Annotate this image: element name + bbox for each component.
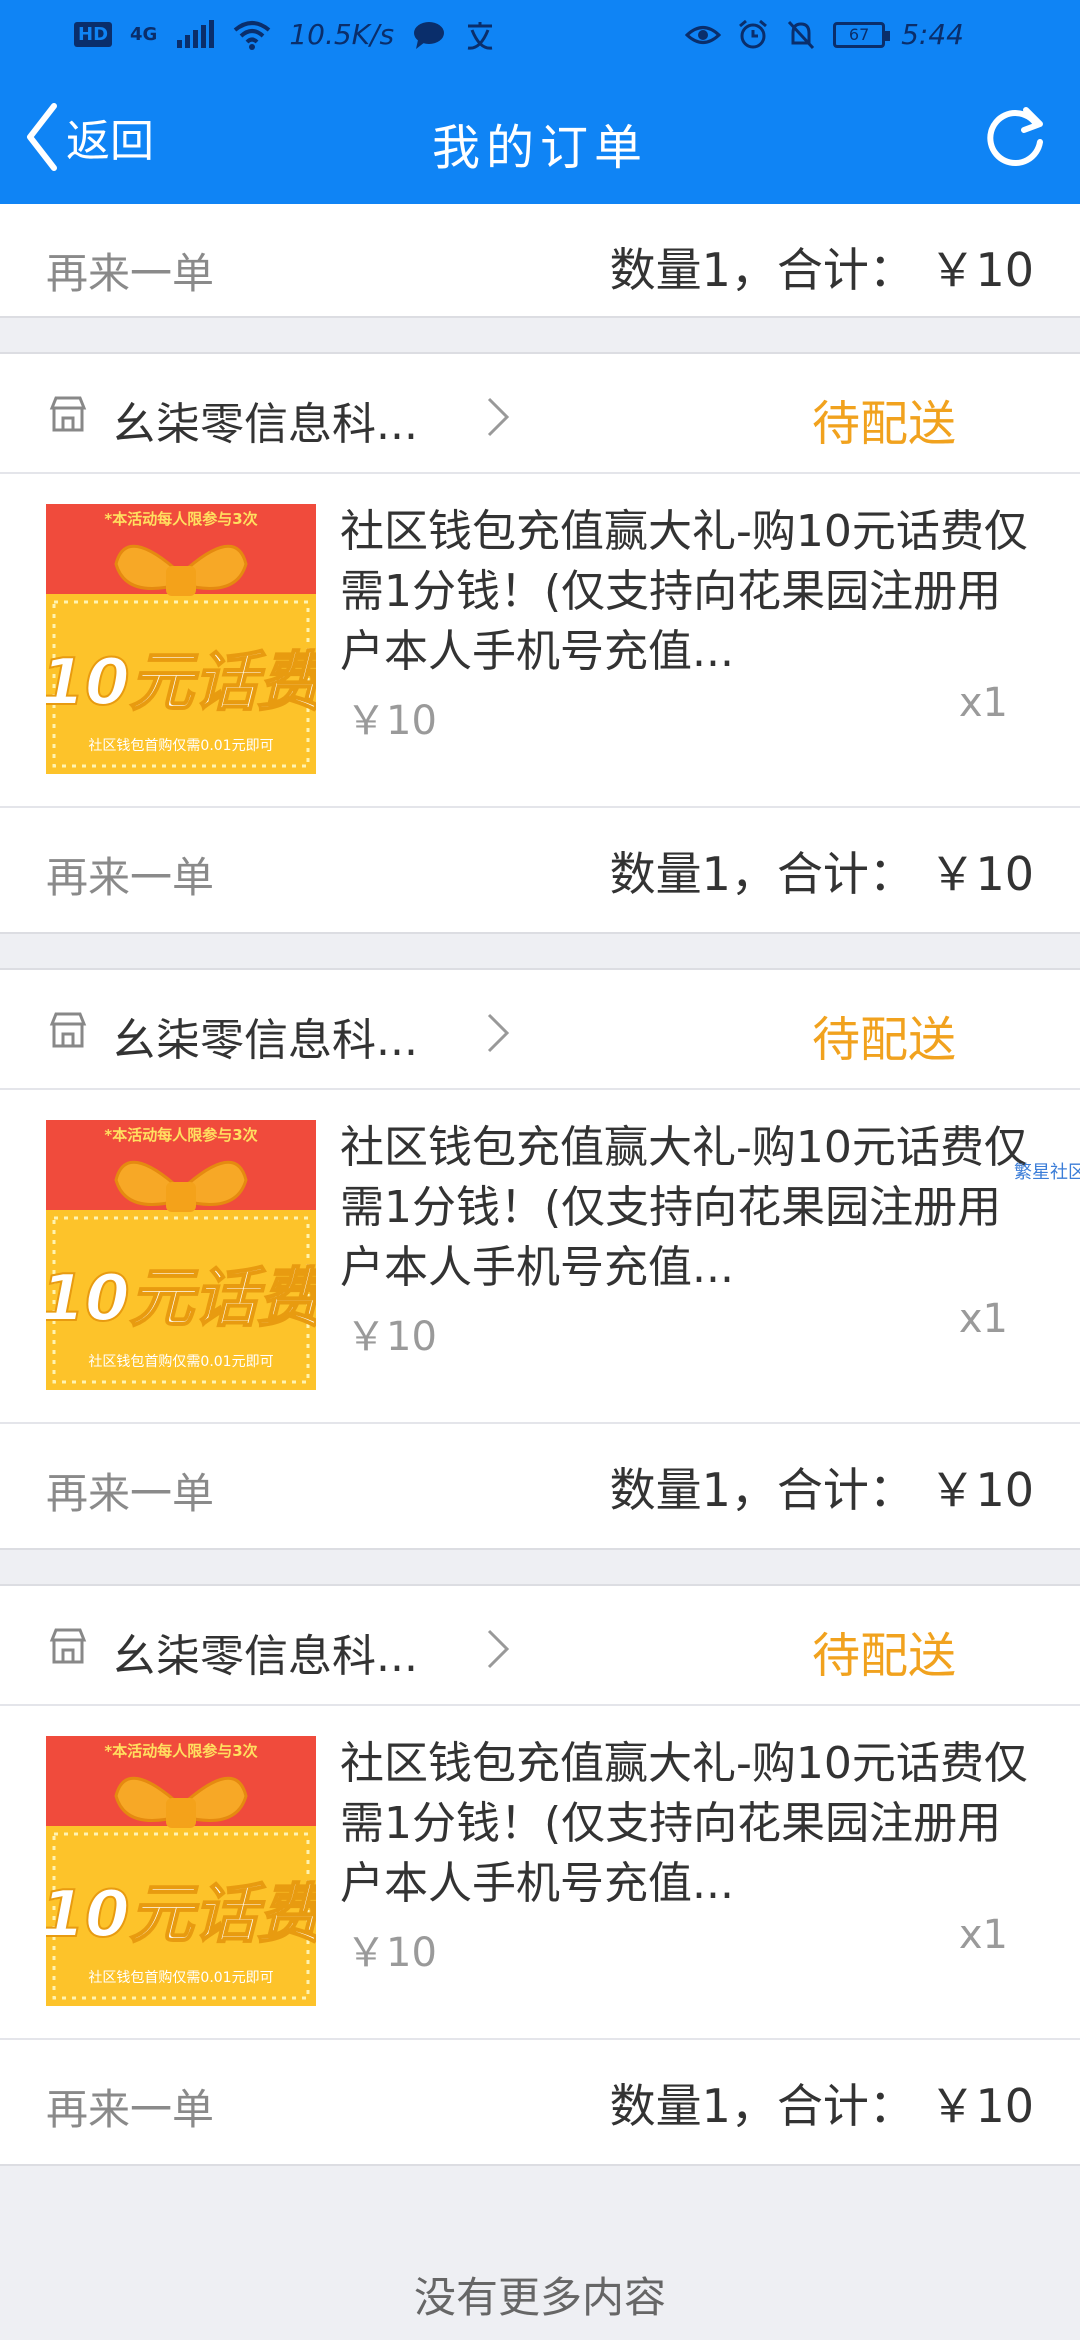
hd-badge: HD [74,22,113,47]
order-list: 再来一单 数量1，合计： ￥10 幺柒零信息科... 待配送 *本活动每人限参与… [0,204,1080,2166]
alarm-icon [739,19,768,48]
signal-icon [177,19,215,48]
thumb-bottom-text: 社区钱包首购仅需0.01元即可 [88,1354,273,1370]
network-label: 4G [130,24,158,45]
product-price: ￥10 [346,1930,437,1976]
eye-icon [685,25,722,44]
navigation-bar: 返回 我的订单 [0,72,1080,204]
order-item[interactable]: *本活动每人限参与3次 10元话费 社区钱包首购仅需0.01元即可 社区钱包充值… [0,1706,1080,2040]
store-icon [49,1012,87,1048]
status-bar: HD 4G 10.5K/s 67 5:44 [0,0,1080,72]
order-status: 待配送 [811,1628,956,1684]
store-icon [49,1628,87,1664]
order-summary: 数量1，合计： ￥10 [609,1463,1034,1517]
app-header: HD 4G 10.5K/s 67 5:44 返回 我的订单 [0,0,1080,204]
chat-notification-icon [414,21,445,49]
order-item[interactable]: *本活动每人限参与3次 10元话费 社区钱包首购仅需0.01元即可 社区钱包充值… [0,1090,1080,1424]
store-icon [49,396,87,432]
order-item[interactable]: *本活动每人限参与3次 10元话费 社区钱包首购仅需0.01元即可 社区钱包充值… [0,474,1080,808]
reorder-button[interactable]: 再来一单 [46,2076,214,2137]
store-row[interactable]: 幺柒零信息科... 待配送 [0,970,1080,1090]
order-status: 待配送 [811,1012,956,1068]
chevron-right-icon [487,1013,510,1053]
order-summary: 数量1，合计： ￥10 [609,847,1034,901]
order-footer: 再来一单 数量1，合计： ￥10 [0,808,1080,932]
no-more-content-label: 没有更多内容 [413,2273,666,2322]
order-footer: 再来一单 数量1，合计： ￥10 [0,2040,1080,2164]
product-title: 社区钱包充值赢大礼-购10元话费仅需1分钱！(仅支持向花果园注册用户本人手机号充… [340,1122,1028,1293]
reorder-button[interactable]: 再来一单 [46,1460,214,1521]
order-card: 幺柒零信息科... 待配送 *本活动每人限参与3次 10元话费 社区钱包首购仅需… [0,1584,1080,2166]
network-speed: 10.5K/s [289,18,395,51]
reorder-button[interactable]: 再来一单 [46,844,214,905]
order-footer: 再来一单 数量1，合计： ￥10 [0,1424,1080,1548]
thumb-top-text: *本活动每人限参与3次 [104,1126,257,1144]
product-price: ￥10 [346,1314,437,1360]
product-thumbnail: *本活动每人限参与3次 10元话费 社区钱包首购仅需0.01元即可 [46,504,316,774]
product-title: 社区钱包充值赢大礼-购10元话费仅需1分钱！(仅支持向花果园注册用户本人手机号充… [340,506,1028,677]
product-price: ￥10 [346,698,437,744]
text-notification-icon [467,21,493,50]
chevron-right-icon [487,1629,510,1669]
thumb-headline: 10元话费 [46,1878,316,1952]
reorder-button[interactable]: 再来一单 [46,240,214,301]
product-quantity: x1 [958,680,1008,726]
product-quantity: x1 [958,1912,1008,1958]
clock: 5:44 [901,18,964,51]
page-title: 我的订单 [431,120,648,176]
order-footer-partial: 再来一单 数量1，合计： ￥10 [0,204,1080,318]
order-card: 幺柒零信息科... 待配送 *本活动每人限参与3次 10元话费 社区钱包首购仅需… [0,352,1080,934]
order-card: 幺柒零信息科... 待配送 *本活动每人限参与3次 10元话费 社区钱包首购仅需… [0,968,1080,1550]
thumb-headline: 10元话费 [46,1262,316,1336]
order-summary: 数量1，合计： ￥10 [609,243,1034,297]
product-thumbnail: *本活动每人限参与3次 10元话费 社区钱包首购仅需0.01元即可 [46,1736,316,2006]
wifi-icon [234,20,271,50]
store-row[interactable]: 幺柒零信息科... 待配送 [0,354,1080,474]
thumb-bottom-text: 社区钱包首购仅需0.01元即可 [88,738,273,754]
store-row[interactable]: 幺柒零信息科... 待配送 [0,1586,1080,1706]
store-name: 幺柒零信息科... [112,399,418,450]
chevron-right-icon [487,397,510,437]
battery-icon: 67 [833,21,891,48]
product-thumbnail: *本活动每人限参与3次 10元话费 社区钱包首购仅需0.01元即可 [46,1120,316,1390]
mute-bell-icon [788,20,815,49]
order-summary: 数量1，合计： ￥10 [609,2079,1034,2133]
thumb-top-text: *本活动每人限参与3次 [104,1742,257,1760]
thumb-headline: 10元话费 [46,646,316,720]
store-name: 幺柒零信息科... [112,1015,418,1066]
product-quantity: x1 [958,1296,1008,1342]
store-name: 幺柒零信息科... [112,1631,418,1682]
overflow-edge-text: 繁星社区 [1014,1162,1080,1183]
thumb-bottom-text: 社区钱包首购仅需0.01元即可 [88,1970,273,1986]
order-status: 待配送 [811,396,956,452]
product-title: 社区钱包充值赢大礼-购10元话费仅需1分钱！(仅支持向花果园注册用户本人手机号充… [340,1738,1028,1909]
refresh-icon[interactable] [980,102,1050,172]
thumb-top-text: *本活动每人限参与3次 [104,510,257,528]
